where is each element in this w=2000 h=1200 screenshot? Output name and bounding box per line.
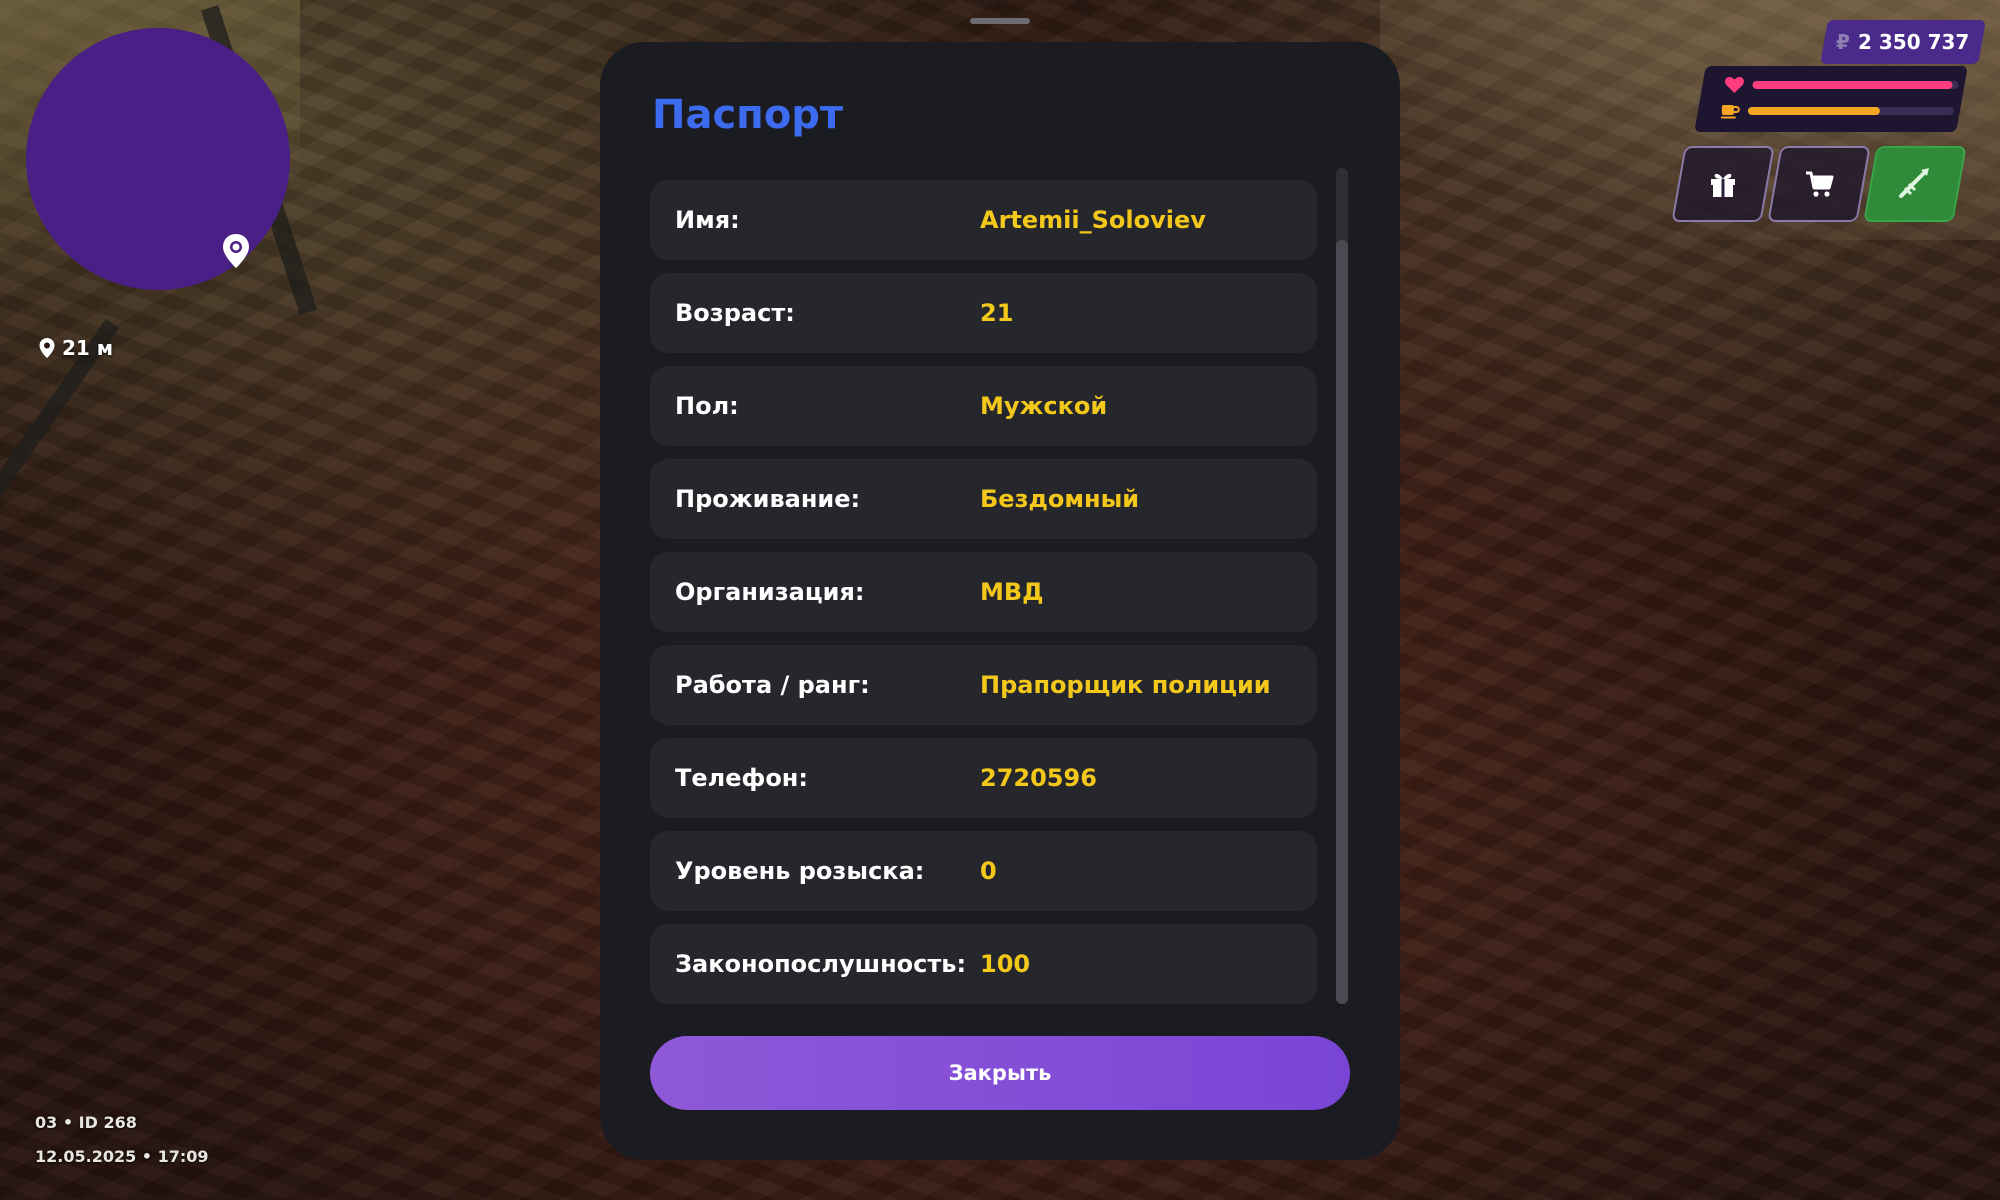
close-button[interactable]: Закрыть [650, 1036, 1350, 1110]
server-id: 03 • ID 268 [35, 1113, 137, 1132]
modal-title: Паспорт [652, 92, 844, 138]
row-value: МВД [980, 578, 1044, 606]
drag-handle[interactable] [970, 18, 1030, 24]
passport-row-residence: Проживание: Бездомный [650, 459, 1317, 539]
passport-row-gender: Пол: Мужской [650, 366, 1317, 446]
scrollbar[interactable] [1336, 168, 1348, 1004]
passport-row-law-abiding: Законопослушность: 100 [650, 924, 1317, 1004]
stats-panel [1694, 66, 1968, 132]
passport-row-wanted-level: Уровень розыска: 0 [650, 831, 1317, 911]
row-label: Имя: [675, 206, 740, 234]
heart-icon [1725, 76, 1744, 93]
row-value: Прапорщик полиции [980, 671, 1271, 699]
food-bar-fill [1747, 107, 1880, 115]
passport-row-job-rank: Работа / ранг: Прапорщик полиции [650, 645, 1317, 725]
row-value: 2720596 [980, 764, 1097, 792]
distance-text: 21 м [62, 336, 114, 360]
row-label: Работа / ранг: [675, 671, 870, 699]
weapon-button[interactable] [1863, 146, 1967, 222]
gift-button[interactable] [1671, 146, 1775, 222]
health-row [1724, 76, 1959, 94]
scrollbar-thumb[interactable] [1336, 240, 1348, 1004]
row-value: Artemii_Soloviev [980, 206, 1206, 234]
row-label: Организация: [675, 578, 865, 606]
coffee-cup-icon [1720, 105, 1740, 119]
passport-modal: Паспорт Имя: Artemii_Soloviev Возраст: 2… [600, 42, 1400, 1160]
passport-row-name: Имя: Artemii_Soloviev [650, 180, 1317, 260]
row-label: Пол: [675, 392, 739, 420]
health-bar [1752, 81, 1959, 89]
ruble-icon: ₽ [1836, 30, 1851, 54]
row-value: Бездомный [980, 485, 1140, 513]
server-info: 03 • ID 268 12.05.2025 • 17:09 [35, 1106, 209, 1174]
passport-row-organization: Организация: МВД [650, 552, 1317, 632]
row-value: Мужской [980, 392, 1108, 420]
money-display: ₽ 2 350 737 [1820, 20, 1986, 64]
distance-indicator: 21 м [38, 336, 113, 360]
row-value: 100 [980, 950, 1031, 978]
map-marker-icon [223, 234, 249, 268]
weapon-icon [1899, 168, 1929, 198]
money-amount: 2 350 737 [1858, 30, 1970, 54]
location-pin-icon [39, 338, 55, 358]
date-time: 12.05.2025 • 17:09 [35, 1147, 209, 1166]
row-label: Законопослушность: [675, 950, 967, 978]
shop-button[interactable] [1767, 146, 1871, 222]
row-value: 0 [980, 857, 997, 885]
row-label: Возраст: [675, 299, 795, 327]
cart-icon [1806, 171, 1834, 197]
health-bar-fill [1752, 81, 1953, 89]
row-label: Проживание: [675, 485, 861, 513]
row-label: Уровень розыска: [675, 857, 925, 885]
food-row [1720, 102, 1954, 120]
row-value: 21 [980, 299, 1014, 327]
passport-row-age: Возраст: 21 [650, 273, 1317, 353]
passport-rows: Имя: Artemii_Soloviev Возраст: 21 Пол: М… [650, 180, 1317, 1017]
row-label: Телефон: [675, 764, 808, 792]
gift-icon [1711, 173, 1735, 197]
passport-row-phone: Телефон: 2720596 [650, 738, 1317, 818]
food-bar [1747, 107, 1954, 115]
